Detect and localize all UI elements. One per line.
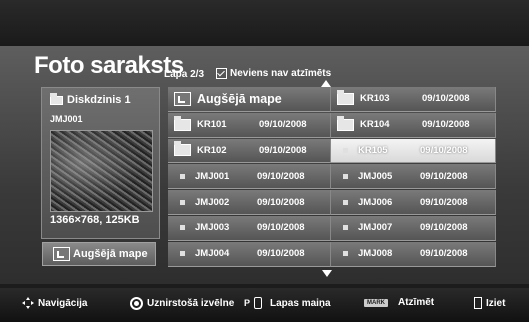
photo-file-icon (343, 225, 348, 231)
item-date: 09/10/2008 (257, 170, 305, 182)
grid-file-item[interactable]: JMJ007 09/10/2008 (331, 216, 496, 241)
page-indicator: Lapa 2/3 (164, 69, 205, 80)
item-name: Augšējā mape (197, 91, 282, 106)
hint-popup-menu: Uznirstošā izvēlne (130, 297, 234, 310)
device-name-text: Diskdzinis 1 (67, 94, 131, 106)
grid-parent-folder[interactable]: Augšējā mape (168, 87, 331, 112)
item-date: 09/10/2008 (257, 196, 305, 208)
item-name: JMJ004 (195, 248, 230, 260)
grid-folder-item[interactable]: KR102 09/10/2008 (168, 138, 331, 164)
folder-open-icon (50, 92, 63, 105)
mark-status-text: Neviens nav atzīmēts (230, 68, 332, 79)
navigation-arrows-icon (22, 297, 34, 309)
grid-folder-item[interactable]: KR101 09/10/2008 (168, 112, 331, 138)
item-date: 09/10/2008 (420, 196, 468, 208)
item-date: 09/10/2008 (420, 222, 468, 234)
item-name: KR105 (358, 144, 388, 156)
p-key-label: P (244, 298, 251, 308)
photo-file-icon (343, 173, 348, 179)
item-date: 09/10/2008 (259, 144, 307, 156)
photo-file-icon (343, 147, 348, 153)
grid-file-item[interactable]: JMJ003 09/10/2008 (168, 216, 331, 241)
item-name: JMJ006 (358, 196, 393, 208)
grid-file-item[interactable]: JMJ004 09/10/2008 (168, 241, 331, 267)
photo-file-icon (180, 225, 185, 231)
grid-file-item[interactable]: JMJ005 09/10/2008 (331, 164, 496, 190)
photo-file-icon (343, 199, 348, 205)
folder-icon (174, 115, 191, 131)
grid-file-item[interactable]: JMJ008 09/10/2008 (331, 241, 496, 267)
parent-folder-icon (174, 91, 191, 106)
scroll-up-arrow-icon[interactable] (321, 80, 331, 87)
page-title: Foto saraksts (34, 52, 184, 79)
item-name: JMJ001 (195, 170, 230, 182)
hint-exit-text: Iziet (486, 297, 506, 309)
item-date: 09/10/2008 (422, 93, 470, 105)
photo-thumbnail (50, 130, 153, 212)
hint-page-change-text: Lapas maiņa (270, 297, 331, 309)
item-name: JMJ007 (358, 222, 393, 234)
grid-folder-item[interactable]: KR104 09/10/2008 (331, 112, 496, 138)
folder-icon (337, 115, 354, 131)
folder-icon (174, 141, 191, 157)
device-info-panel: Diskdzinis 1 JMJ001 1366×768, 125KB (41, 87, 160, 239)
item-date: 09/10/2008 (422, 119, 470, 131)
device-name: Diskdzinis 1 (50, 92, 131, 106)
current-file-name: JMJ001 (50, 114, 83, 124)
item-name: JMJ008 (358, 248, 393, 260)
photo-file-icon (180, 173, 185, 179)
checkbox-icon (216, 68, 227, 79)
grid-file-item[interactable]: KR105 09/10/2008 (331, 138, 496, 164)
photo-resolution: 1366×768, 125KB (50, 214, 140, 226)
photo-file-icon (343, 251, 348, 257)
folder-icon (337, 89, 354, 105)
photo-file-icon (180, 199, 185, 205)
item-date: 09/10/2008 (420, 248, 468, 260)
grid-file-item[interactable]: JMJ001 09/10/2008 (168, 164, 331, 190)
top-bar (0, 0, 529, 46)
parent-folder-icon (53, 247, 70, 261)
mark-status: Neviens nav atzīmēts (216, 68, 331, 79)
hint-mark: MARK Atzīmēt (364, 297, 434, 308)
item-name: KR102 (197, 144, 227, 156)
parent-folder-button[interactable]: Augšējā mape (42, 242, 156, 266)
item-name: KR104 (360, 119, 390, 131)
hint-popup-menu-text: Uznirstošā izvēlne (147, 298, 235, 309)
item-date: 09/10/2008 (257, 222, 305, 234)
item-date: 09/10/2008 (420, 170, 468, 182)
scroll-down-arrow-icon[interactable] (322, 270, 332, 277)
hint-navigation: Navigācija (22, 297, 87, 309)
item-name: KR103 (360, 93, 390, 105)
parent-folder-button-label: Augšējā mape (73, 248, 148, 260)
grid-file-item[interactable]: JMJ006 09/10/2008 (331, 190, 496, 215)
item-name: JMJ005 (358, 170, 393, 182)
item-name: KR101 (197, 119, 227, 131)
item-name: JMJ002 (195, 196, 230, 208)
photo-file-icon (180, 251, 185, 257)
hint-mark-text: Atzīmēt (398, 297, 435, 308)
grid-folder-item[interactable]: KR103 09/10/2008 (331, 87, 496, 112)
hint-page-change: P Lapas maiņa (244, 297, 331, 309)
item-date: 09/10/2008 (259, 119, 307, 131)
mark-key-icon: MARK (364, 298, 388, 307)
item-date: 09/10/2008 (420, 144, 468, 156)
enter-button-icon (130, 297, 143, 310)
grid-file-item[interactable]: JMJ002 09/10/2008 (168, 190, 331, 215)
page-key-icon (254, 297, 263, 309)
hint-navigation-text: Navigācija (38, 297, 88, 309)
item-name: JMJ003 (195, 222, 230, 234)
exit-key-icon (474, 297, 482, 309)
file-grid: Augšējā mape KR101 09/10/2008 KR102 09/10/20… (168, 87, 496, 268)
hint-exit: Iziet (474, 297, 505, 309)
item-date: 09/10/2008 (257, 248, 305, 260)
